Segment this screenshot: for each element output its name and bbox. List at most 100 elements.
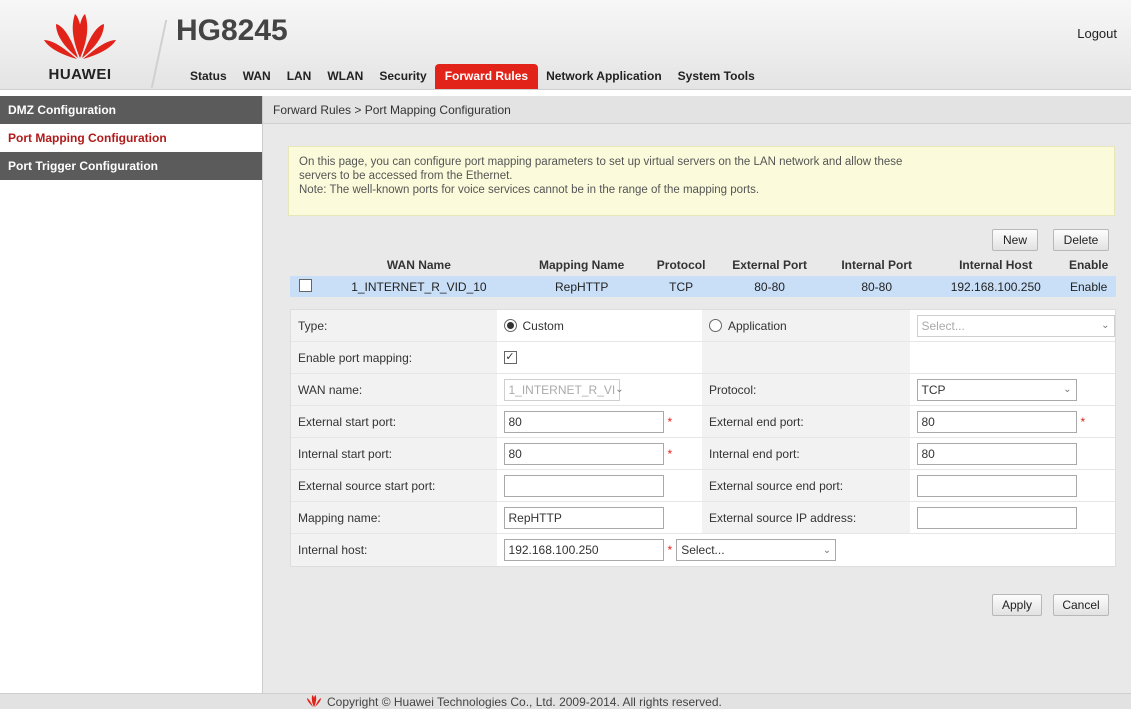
enable-label: Enable port mapping: <box>291 342 497 373</box>
ext-end-input[interactable]: 80 <box>916 410 1077 433</box>
cell-mapping-name: RepHTTP <box>517 276 647 297</box>
empty-cell <box>909 342 1115 373</box>
col-mapping-name: Mapping Name <box>517 254 647 276</box>
new-button[interactable]: New <box>992 229 1038 251</box>
copyright-text: Copyright © Huawei Technologies Co., Ltd… <box>327 695 722 709</box>
ext-start-cell: 80 * <box>496 406 702 437</box>
sidebar: DMZ Configuration Port Mapping Configura… <box>0 96 262 693</box>
application-label: Application <box>728 318 787 333</box>
src-ip-cell <box>909 502 1115 533</box>
form-row-internal-ports: Internal start port: 80 * Internal end p… <box>291 438 1115 470</box>
src-end-input[interactable] <box>916 474 1077 497</box>
nav-wan[interactable]: WAN <box>235 69 279 89</box>
info-line-3: Note: The well-known ports for voice ser… <box>299 184 760 196</box>
nav-system-tools[interactable]: System Tools <box>670 69 763 89</box>
required-mark: * <box>667 543 673 557</box>
logo-text: HUAWEI <box>48 66 112 83</box>
device-model: HG8245 <box>176 14 288 47</box>
cell-internal-host: 192.168.100.250 <box>930 276 1062 297</box>
logo-divider <box>150 20 168 88</box>
wan-select[interactable]: 1_INTERNET_R_VI ⌄ <box>503 378 624 401</box>
custom-label: Custom <box>522 318 564 333</box>
col-external-port: External Port <box>716 254 824 276</box>
application-radio[interactable] <box>709 319 722 332</box>
cancel-button[interactable]: Cancel <box>1053 594 1109 616</box>
wan-label: WAN name: <box>291 374 497 405</box>
internal-host-select[interactable]: Select... ⌄ <box>676 539 837 561</box>
form-row-mapping-name: Mapping name: RepHTTP External source IP… <box>291 502 1115 534</box>
src-end-label: External source end port: <box>702 470 910 501</box>
custom-radio[interactable] <box>503 319 517 332</box>
huawei-logo: HUAWEI <box>10 6 150 86</box>
row-checkbox[interactable] <box>298 278 312 292</box>
required-mark: * <box>1080 414 1086 429</box>
col-internal-port: Internal Port <box>823 254 931 276</box>
src-start-input[interactable] <box>503 474 664 497</box>
huawei-logo-icon <box>44 14 116 59</box>
type-custom-option[interactable]: Custom <box>496 310 702 341</box>
breadcrumb: Forward Rules > Port Mapping Configurati… <box>263 96 1131 124</box>
type-application-option[interactable]: Application <box>702 310 910 341</box>
radio-dot <box>506 322 514 329</box>
footer: Copyright © Huawei Technologies Co., Ltd… <box>0 693 1131 709</box>
sidebar-item-port-mapping[interactable]: Port Mapping Configuration <box>0 124 262 152</box>
application-select-cell: Select... ⌄ <box>909 310 1115 341</box>
nav-forward-rules[interactable]: Forward Rules <box>434 64 539 89</box>
chevron-down-icon: ⌄ <box>1063 384 1072 395</box>
cell-internal-port: 80-80 <box>823 276 931 297</box>
int-start-input[interactable]: 80 <box>503 442 664 465</box>
cell-protocol: TCP <box>646 276 717 297</box>
main-content: Forward Rules > Port Mapping Configurati… <box>263 96 1131 693</box>
sidebar-item-port-trigger[interactable]: Port Trigger Configuration <box>0 152 262 180</box>
cell-external-port: 80-80 <box>716 276 824 297</box>
info-line-1: On this page, you can configure port map… <box>299 156 903 168</box>
mapping-name-input[interactable]: RepHTTP <box>503 506 664 529</box>
src-ip-label: External source IP address: <box>702 502 910 533</box>
row-checkbox-cell[interactable] <box>290 276 321 297</box>
col-wan-name: WAN Name <box>320 254 518 276</box>
delete-button[interactable]: Delete <box>1053 229 1109 251</box>
application-select[interactable]: Select... ⌄ <box>916 314 1115 337</box>
enable-checkbox-cell: ✓ <box>496 342 702 373</box>
select-header <box>290 254 321 276</box>
int-end-input[interactable]: 80 <box>916 442 1077 465</box>
header: HUAWEI HG8245 Logout Status WAN LAN WLAN… <box>0 0 1131 90</box>
ext-end-cell: 80 * <box>909 406 1115 437</box>
ext-end-label: External end port: <box>702 406 910 437</box>
protocol-select-cell: TCP ⌄ <box>909 374 1115 405</box>
required-mark: * <box>667 414 673 429</box>
ext-start-label: External start port: <box>291 406 497 437</box>
mapping-label: Mapping name: <box>291 502 497 533</box>
nav-status[interactable]: Status <box>182 69 235 89</box>
info-line-2: servers to be accessed from the Ethernet… <box>299 170 513 182</box>
src-end-cell <box>909 470 1115 501</box>
chevron-down-icon: ⌄ <box>1101 320 1110 331</box>
int-end-cell: 80 <box>909 438 1115 469</box>
table-row[interactable]: 1_INTERNET_R_VID_10 RepHTTP TCP 80-80 80… <box>290 276 1116 297</box>
nav-security[interactable]: Security <box>371 69 434 89</box>
protocol-select-value: TCP <box>921 382 946 397</box>
chevron-down-icon: ⌄ <box>822 544 832 556</box>
mapping-cell: RepHTTP <box>496 502 702 533</box>
main-nav: Status WAN LAN WLAN Security Forward Rul… <box>182 63 763 89</box>
form-row-enable: Enable port mapping: ✓ <box>291 342 1115 374</box>
wan-select-value: 1_INTERNET_R_VI <box>508 382 616 397</box>
col-protocol: Protocol <box>646 254 717 276</box>
apply-button[interactable]: Apply <box>992 594 1042 616</box>
protocol-select[interactable]: TCP ⌄ <box>916 378 1077 401</box>
sidebar-item-dmz[interactable]: DMZ Configuration <box>0 96 262 124</box>
ext-start-input[interactable]: 80 <box>503 410 664 433</box>
cell-enable: Enable <box>1061 276 1116 297</box>
table-header-row: WAN Name Mapping Name Protocol External … <box>290 254 1116 276</box>
logout-link[interactable]: Logout <box>1077 26 1117 41</box>
form-row-external-ports: External start port: 80 * External end p… <box>291 406 1115 438</box>
internal-host-input[interactable]: 192.168.100.250 <box>503 539 664 561</box>
nav-wlan[interactable]: WLAN <box>319 69 371 89</box>
int-end-label: Internal end port: <box>702 438 910 469</box>
form-row-source-ports: External source start port: External sou… <box>291 470 1115 502</box>
host-label: Internal host: <box>291 534 497 566</box>
enable-checkbox[interactable]: ✓ <box>503 351 517 364</box>
nav-lan[interactable]: LAN <box>279 69 320 89</box>
src-ip-input[interactable] <box>916 506 1077 529</box>
nav-network-application[interactable]: Network Application <box>538 69 670 89</box>
